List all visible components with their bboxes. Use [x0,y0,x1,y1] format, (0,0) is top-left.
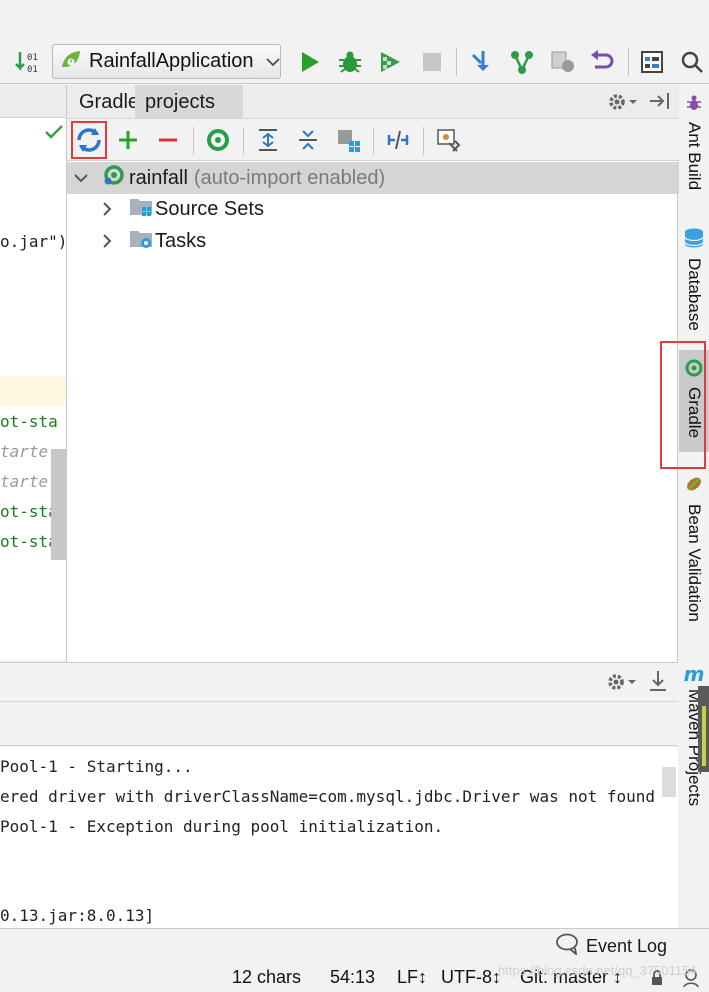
chevron-down-icon [265,51,280,72]
speech-bubble-icon [554,933,580,960]
bean-icon [683,473,705,500]
svg-text:01: 01 [27,53,38,63]
project-structure-icon[interactable] [636,46,668,78]
console-line: ered driver with driverClassName=com.mys… [0,787,656,806]
checkmark-icon [44,123,64,146]
expand-all-icon[interactable] [252,124,284,156]
gradle-tool-window: Gradle projects rainfall (auto-import en… [66,85,679,662]
code-line: tarte [0,472,49,491]
toolbar-separator [456,48,457,76]
run-panel-header [0,662,678,702]
gradle-settings-icon[interactable] [432,124,464,156]
tab-projects[interactable]: projects [135,85,243,119]
remove-icon[interactable] [152,124,184,156]
chevron-down-icon[interactable] [73,170,89,186]
hide-panel-icon[interactable] [648,91,672,116]
event-log-button[interactable]: Event Log [554,933,667,960]
toolbar-separator [373,127,374,155]
toolbar-separator [193,127,194,155]
ant-icon [684,93,704,118]
sidebar-item-label: Database [685,258,704,331]
file-encoding[interactable]: UTF-8↕ [441,967,501,988]
maven-icon: m [683,662,705,686]
toolbar-separator [628,48,629,76]
code-line: ot-sta [0,532,58,551]
vcs-compare-icon[interactable] [546,46,578,78]
console-line: Pool-1 - Exception during pool initializ… [0,817,444,836]
right-tool-window-bar: Ant Build Database Gradle Bean Validatio… [679,85,709,930]
tree-item-source-sets[interactable]: Source Sets [67,193,679,225]
code-editor[interactable]: o.jar") ot-sta tarte tarte ot-sta ot-sta [0,85,66,660]
editor-tab-strip [0,85,66,118]
sort-icon[interactable]: 01 01 [12,46,44,78]
line-separator[interactable]: LF↕ [397,967,427,988]
folder-icon [129,195,153,223]
console-line: Pool-1 - Starting... [0,757,193,776]
selection-count: 12 chars [232,967,302,987]
run-with-coverage-icon[interactable] [374,46,406,78]
revert-icon[interactable] [586,46,618,78]
add-icon[interactable] [112,124,144,156]
event-log-label: Event Log [586,936,668,956]
spring-boot-icon [59,47,83,76]
run-icon[interactable] [294,46,326,78]
run-configuration-dropdown[interactable]: RainfallApplication [52,44,281,79]
console-line: 0.13.jar:8.0.13] [0,906,155,925]
window-title-strip [0,0,709,40]
sidebar-item-bean-validation[interactable]: Bean Validation [679,473,709,622]
vcs-update-icon[interactable] [466,46,498,78]
gradle-toolbar [67,119,679,161]
vcs-commit-icon[interactable] [506,46,538,78]
tree-item-note: (auto-import enabled) [193,166,386,189]
sidebar-item-label: Bean Validation [685,504,704,622]
collapse-all-icon[interactable] [292,124,324,156]
stop-icon[interactable] [416,46,448,78]
event-bar: Event Log [0,928,709,963]
gradle-tab-strip: Gradle projects [67,85,679,119]
main-toolbar: 01 01 RainfallApplication [0,40,709,84]
tasks-folder-icon [129,227,153,255]
execute-gradle-task-icon[interactable] [202,124,234,156]
gear-icon[interactable] [606,671,638,698]
console-scrollbar[interactable] [662,767,676,797]
gear-icon[interactable] [607,91,639,118]
sidebar-item-ant-build[interactable]: Ant Build [679,93,709,190]
code-line: tarte [0,442,49,461]
code-line: ot-sta [0,412,58,431]
search-icon[interactable] [676,46,708,78]
current-line-highlight [0,376,66,406]
code-line: ot-sta [0,502,58,521]
database-icon [683,227,705,254]
sidebar-item-database[interactable]: Database [679,227,709,331]
toolbar-separator [243,127,244,155]
run-configuration-label: RainfallApplication [89,50,254,72]
svg-text:01: 01 [27,65,38,75]
sidebar-item-label: Ant Build [685,122,704,191]
minimize-panel-icon[interactable] [648,669,668,698]
chevron-right-icon[interactable] [99,233,115,249]
tree-item-rainfall[interactable]: rainfall (auto-import enabled) [67,162,679,194]
gradle-project-icon [103,164,125,192]
caret-position[interactable]: 54:13 [330,967,375,988]
group-tasks-icon[interactable] [332,124,364,156]
tree-item-label: Source Sets [155,197,264,220]
watermark: https://blog.csdn.net/qq_37501154 [498,963,697,978]
console-output[interactable]: Pool-1 - Starting... ered driver with dr… [0,747,678,928]
toolbar-separator [423,127,424,155]
run-panel-tabs [0,702,678,746]
refresh-highlight-box [71,121,107,159]
toggle-offline-icon[interactable] [382,124,414,156]
memory-indicator [698,686,709,772]
tree-item-tasks[interactable]: Tasks [67,225,679,257]
gradle-tab-highlight-box [660,341,706,469]
tree-item-label: Tasks [155,229,207,252]
tree-item-label: rainfall [129,166,188,189]
editor-scrollbar[interactable] [51,449,66,560]
debug-icon[interactable] [334,46,366,78]
code-line: o.jar") [0,232,66,251]
chevron-right-icon[interactable] [99,201,115,217]
